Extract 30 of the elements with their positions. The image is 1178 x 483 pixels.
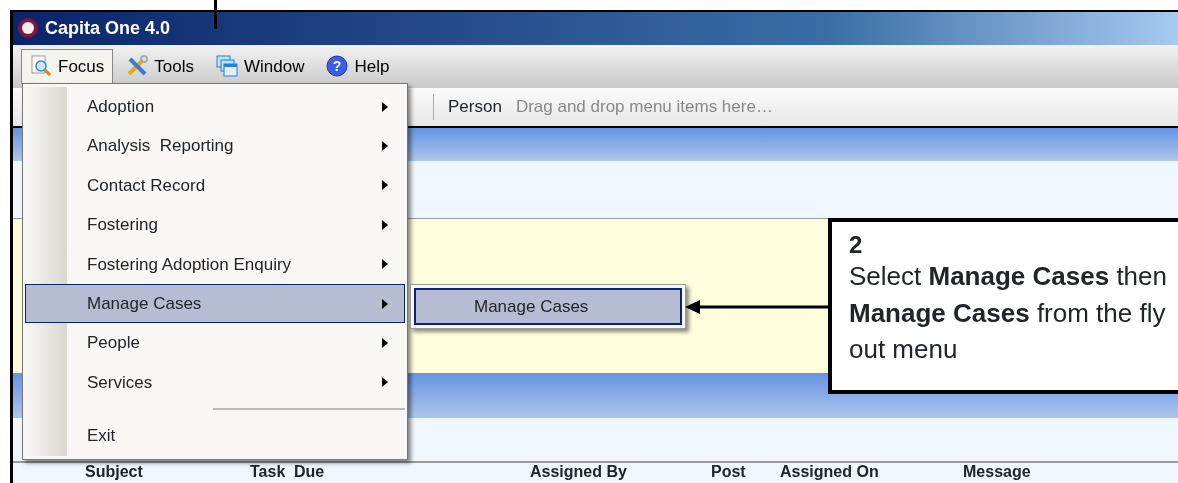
menu-item[interactable]: Manage Cases [414,288,682,325]
menu-item[interactable]: Exit [25,416,405,456]
menu-item[interactable]: Fostering [25,205,405,245]
column-header[interactable]: Due [294,463,530,482]
windows-icon [216,55,238,78]
column-header[interactable]: Assigned By [530,463,711,482]
column-header[interactable]: Post [711,463,780,482]
menu-item[interactable]: Contact Record [25,165,405,206]
menu-item[interactable]: Manage Cases [25,283,405,324]
column-header[interactable]: Assigned On [780,463,963,482]
step-number: 2 [849,232,864,258]
instruction-text: Select Manage Cases then Manage Cases from the fly out menu [849,260,1167,366]
magnifier-icon [30,55,52,78]
menu-item[interactable]: Services [25,362,405,403]
menu-item[interactable]: Analysis Reporting [25,126,405,166]
app-logo-icon [17,17,39,40]
menu-item[interactable]: Adoption [25,87,405,127]
menu-item[interactable]: Tools [117,48,203,84]
menu-item[interactable]: Fostering Adoption Enquiry [25,244,405,284]
column-header[interactable]: Message [963,463,1163,482]
menu-item[interactable]: People [25,323,405,363]
window-title: Capita One 4.0 [45,16,171,40]
toolbar-label[interactable]: Person [448,93,502,120]
menu-item[interactable]: ? Help [317,48,399,84]
tools-icon [126,55,149,78]
drop-hint: Drag and drop menu items here… [515,95,773,118]
column-header[interactable]: Task [250,463,294,482]
column-header[interactable]: Subject [85,463,250,482]
menu-item[interactable]: Focus [21,48,114,84]
help-icon: ? [326,55,349,78]
